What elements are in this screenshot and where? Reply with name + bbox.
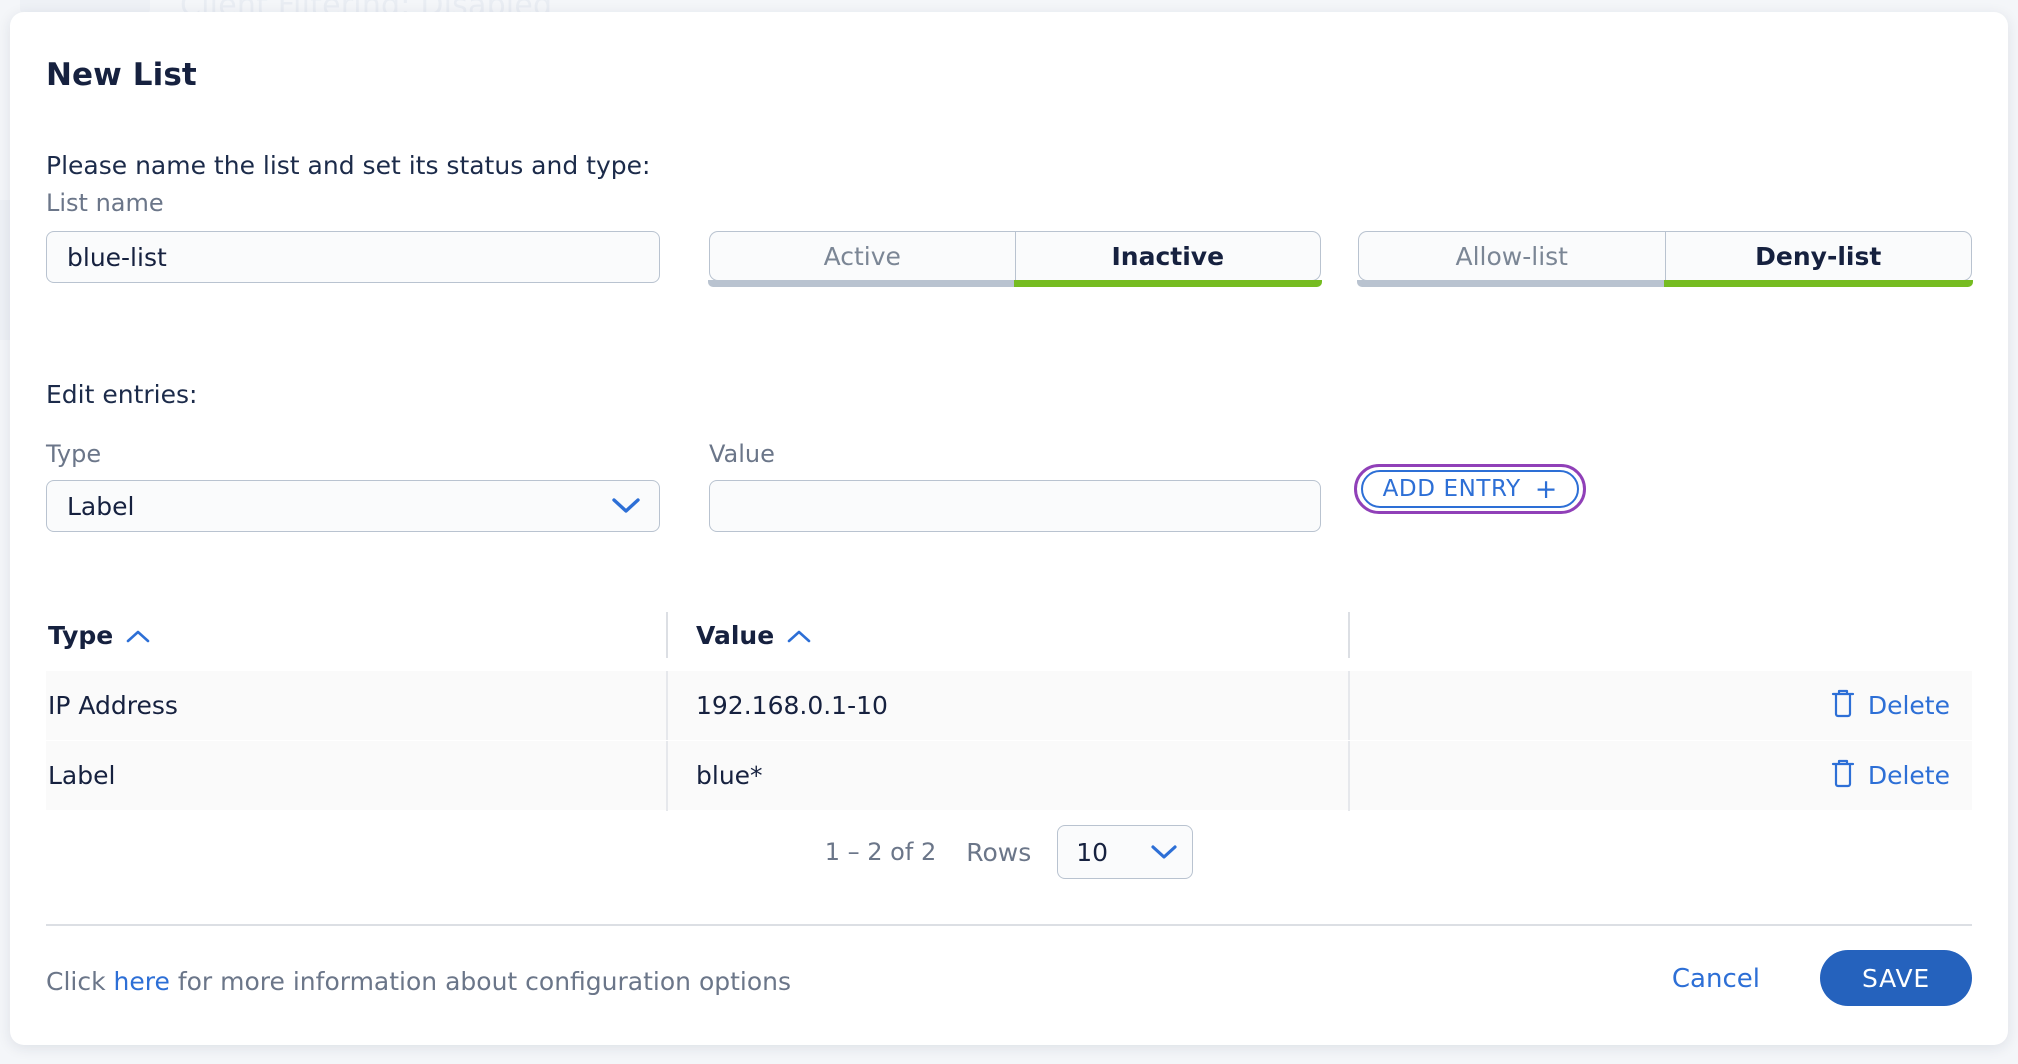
table-header-type-label: Type <box>48 621 113 650</box>
table-cell-value: blue* <box>666 761 1310 790</box>
entry-type-select[interactable]: Label <box>46 480 660 532</box>
status-toggle-inactive[interactable]: Inactive <box>1015 231 1322 281</box>
edit-entries-heading: Edit entries: <box>46 380 197 409</box>
row-column-divider-2 <box>1348 671 1350 741</box>
footer-note: Click here for more information about co… <box>46 967 791 996</box>
modal-body: New List Please name the list and set it… <box>10 12 2008 1045</box>
listtype-toggle-group[interactable]: Allow-list Deny-list <box>1358 231 1972 281</box>
table-row[interactable]: Label blue* Delete <box>46 740 1972 810</box>
footer-divider <box>46 924 1972 926</box>
save-button[interactable]: SAVE <box>1820 950 1972 1006</box>
table-cell-type: Label <box>46 761 666 790</box>
entry-type-select-value: Label <box>47 492 611 521</box>
table-cell-type: IP Address <box>46 691 666 720</box>
listtype-toggle-deny[interactable]: Deny-list <box>1665 231 1973 281</box>
table-header-type-cell: Type <box>46 621 666 650</box>
chevron-up-icon[interactable] <box>786 621 812 650</box>
entries-table: Type Value <box>46 600 1972 810</box>
row-column-divider-2 <box>1348 741 1350 811</box>
listtype-toggle-allow[interactable]: Allow-list <box>1358 231 1665 281</box>
footer-note-prefix: Click <box>46 967 114 996</box>
list-name-input[interactable] <box>46 231 660 283</box>
row-value-value: 192.168.0.1-10 <box>696 691 888 720</box>
row-column-divider-1 <box>666 741 668 811</box>
add-entry-button[interactable]: ADD ENTRY + <box>1354 464 1586 514</box>
new-list-modal: New List Please name the list and set it… <box>10 12 2008 1045</box>
footer-note-suffix: for more information about configuration… <box>170 967 791 996</box>
status-toggle-group[interactable]: Active Inactive <box>709 231 1321 281</box>
rows-per-page-value: 10 <box>1058 838 1150 867</box>
table-header-value[interactable]: Value <box>696 621 812 650</box>
plus-icon: + <box>1535 476 1558 503</box>
table-cell-actions: Delete <box>1310 758 1972 794</box>
chevron-down-icon <box>1150 844 1178 861</box>
table-row[interactable]: IP Address 192.168.0.1-10 Delete <box>46 670 1972 740</box>
table-header-value-cell: Value <box>666 621 1310 650</box>
row-type-value: Label <box>48 761 115 790</box>
row-value-value: blue* <box>696 761 763 790</box>
table-header-type[interactable]: Type <box>48 621 151 650</box>
delete-label: Delete <box>1868 691 1950 720</box>
row-column-divider-1 <box>666 671 668 741</box>
pagination-range: 1 – 2 of 2 <box>825 838 936 866</box>
table-header-row: Type Value <box>46 600 1972 670</box>
chevron-down-icon <box>611 497 641 515</box>
entry-type-label: Type <box>46 440 101 468</box>
add-entry-label: ADD ENTRY <box>1383 476 1521 502</box>
status-toggle-active[interactable]: Active <box>709 231 1015 281</box>
entry-value-label: Value <box>709 440 775 468</box>
table-header-value-label: Value <box>696 621 774 650</box>
trash-icon <box>1830 758 1856 794</box>
row-type-value: IP Address <box>48 691 178 720</box>
instruction-text: Please name the list and set its status … <box>46 151 650 180</box>
table-cell-value: 192.168.0.1-10 <box>666 691 1310 720</box>
pagination: 1 – 2 of 2 Rows 10 <box>46 812 1972 892</box>
table-cell-actions: Delete <box>1310 688 1972 724</box>
rows-per-page-select[interactable]: 10 <box>1057 825 1193 879</box>
page-title: New List <box>46 57 197 93</box>
footer-here-link[interactable]: here <box>114 967 170 996</box>
delete-button[interactable]: Delete <box>1830 688 1950 724</box>
header-column-divider-1 <box>666 612 668 658</box>
header-column-divider-2 <box>1348 612 1350 658</box>
chevron-up-icon[interactable] <box>125 621 151 650</box>
entry-value-input[interactable] <box>709 480 1321 532</box>
list-name-label: List name <box>46 189 164 217</box>
trash-icon <box>1830 688 1856 724</box>
cancel-button[interactable]: Cancel <box>1672 964 1760 994</box>
add-entry-button-inner: ADD ENTRY + <box>1361 470 1579 508</box>
delete-label: Delete <box>1868 761 1950 790</box>
rows-per-page-label: Rows <box>966 838 1031 867</box>
delete-button[interactable]: Delete <box>1830 758 1950 794</box>
